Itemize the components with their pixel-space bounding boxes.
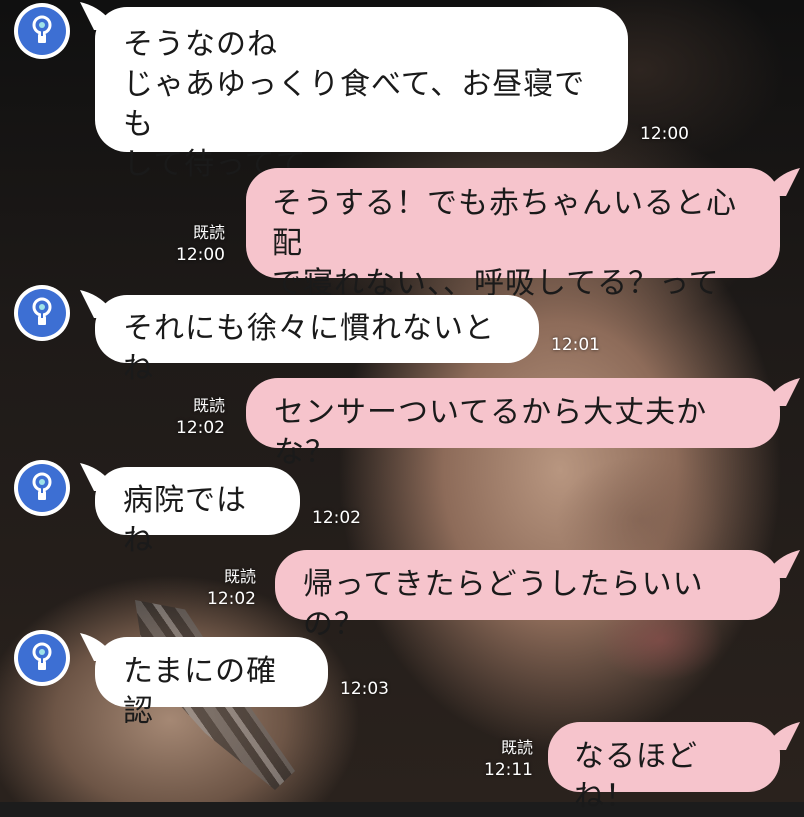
message-bubble-incoming[interactable]: たまにの確認 [95, 637, 328, 729]
message-meta: 既読 12:02 [207, 566, 256, 610]
message-time: 12:03 [340, 679, 389, 699]
message-bubble-outgoing[interactable]: センサーついてるから大丈夫かな？ [246, 378, 780, 470]
message-meta: 既読 12:11 [484, 737, 533, 781]
message-bubble-outgoing[interactable]: 帰ってきたらどうしたらいいの？ [275, 550, 780, 642]
message-bubble-incoming[interactable]: 病院ではね [95, 467, 300, 558]
read-receipt: 既読 [192, 223, 225, 242]
message-time: 12:02 [207, 589, 256, 609]
message-time: 12:11 [484, 760, 533, 780]
lightbulb-icon [32, 297, 52, 325]
message-time: 12:02 [176, 418, 225, 438]
message-time: 12:00 [640, 124, 689, 144]
lightbulb-icon [32, 642, 52, 670]
message-meta: 既読 12:00 [176, 222, 225, 266]
message-meta: 既読 12:02 [176, 395, 225, 439]
message-bubble-incoming[interactable]: それにも徐々に慣れないとね [95, 295, 539, 386]
read-receipt: 既読 [500, 738, 533, 757]
contact-avatar[interactable] [14, 460, 70, 516]
message-time: 12:01 [551, 335, 600, 355]
lightbulb-icon [32, 15, 52, 43]
message-bubble-incoming[interactable]: そうなのね じゃあゆっくり食べて、お昼寝でも して待ってて [95, 7, 628, 182]
message-bubble-outgoing[interactable]: なるほどね！ [548, 722, 780, 814]
contact-avatar[interactable] [14, 285, 70, 341]
message-time: 12:02 [312, 508, 361, 528]
message-bubble-outgoing[interactable]: そうする！でも赤ちゃんいると心配 で寝れない、、呼吸してる？って [246, 168, 780, 301]
contact-avatar[interactable] [14, 630, 70, 686]
message-time: 12:00 [176, 245, 225, 265]
contact-avatar[interactable] [14, 3, 70, 59]
read-receipt: 既読 [223, 567, 256, 586]
lightbulb-icon [32, 472, 52, 500]
read-receipt: 既読 [192, 396, 225, 415]
